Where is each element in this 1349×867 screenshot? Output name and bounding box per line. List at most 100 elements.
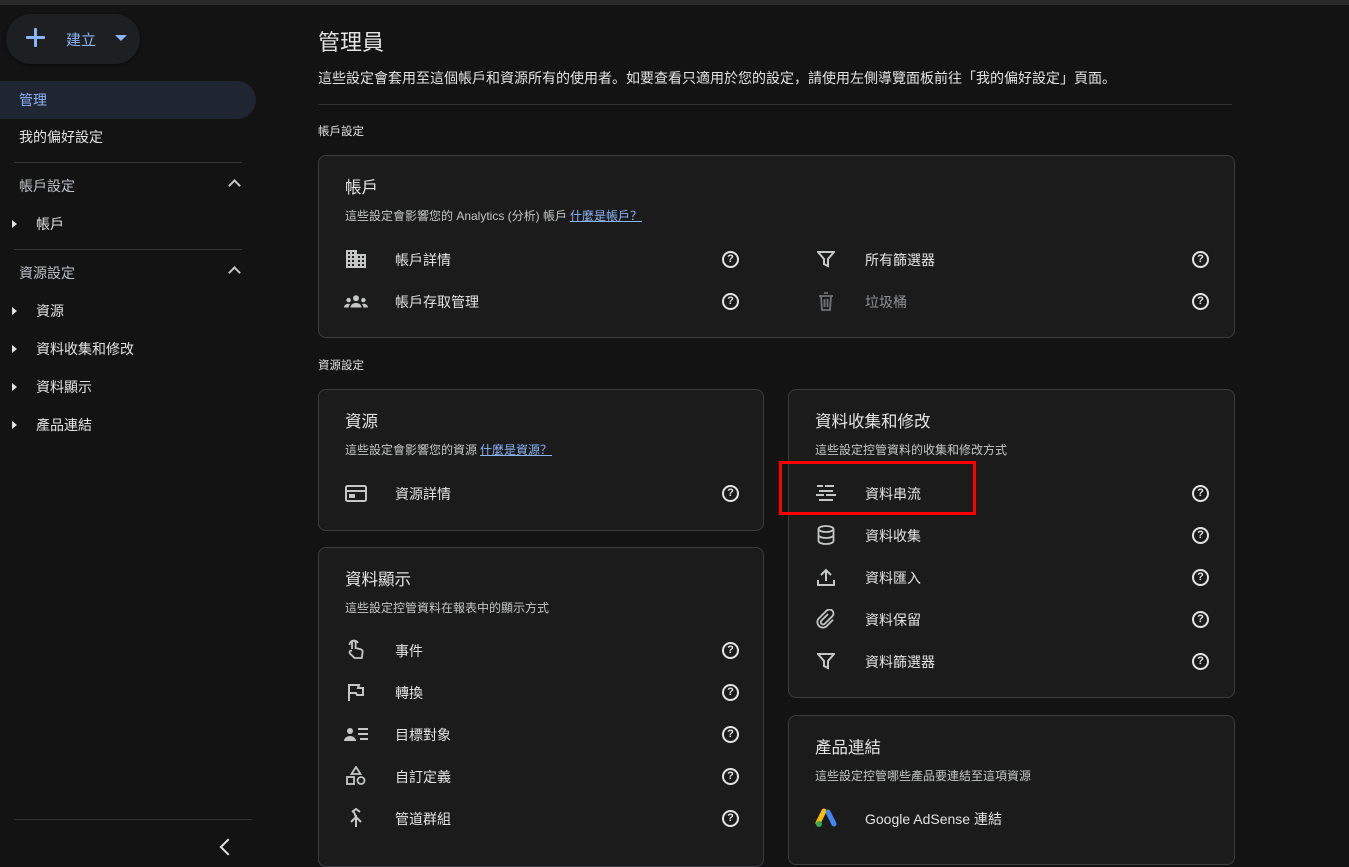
row-label: 轉換: [395, 685, 423, 701]
card-subtitle-text: 這些設定會影響您的 Analytics (分析) 帳戶: [345, 209, 568, 223]
card-subtitle: 這些設定會影響您的資源 什麼是資源？: [345, 441, 552, 458]
help-icon[interactable]: ?: [722, 485, 739, 502]
divider: [14, 162, 242, 163]
nav-my-preferences[interactable]: 我的偏好設定: [0, 118, 103, 156]
data-filters-row[interactable]: 資料篩選器 ?: [789, 641, 1229, 681]
database-icon: [814, 524, 838, 546]
nav-section-property-settings[interactable]: 資源設定: [0, 254, 256, 292]
conversions-row[interactable]: 轉換 ?: [319, 672, 759, 712]
property-details-row[interactable]: 資源詳情 ?: [319, 473, 759, 513]
trash-icon: [814, 290, 838, 312]
card-title: 產品連結: [815, 739, 881, 757]
data-collection-card: 資料收集和修改 這些設定控管資料的收集和修改方式 資料串流 ? 資料收集 ? 資…: [788, 389, 1235, 698]
create-button[interactable]: 建立: [6, 14, 140, 64]
caret-down-icon: [115, 35, 127, 41]
help-icon[interactable]: ?: [722, 810, 739, 827]
card-subtitle-text: 這些設定會影響您的資源: [345, 443, 478, 457]
merge-icon: [344, 807, 368, 829]
nav-account[interactable]: 帳戶: [0, 205, 256, 243]
audience-icon: [344, 723, 368, 745]
nav-section-account-settings[interactable]: 帳戶設定: [0, 167, 256, 205]
help-icon[interactable]: ?: [722, 251, 739, 268]
channel-groups-row[interactable]: 管道群組 ?: [319, 798, 759, 838]
row-label: 資料匯入: [865, 570, 921, 586]
row-label: 帳戶詳情: [395, 252, 451, 268]
row-label: 所有篩選器: [865, 252, 935, 268]
audiences-row[interactable]: 目標對象 ?: [319, 714, 759, 754]
nav-property[interactable]: 資源: [0, 292, 256, 330]
card-title: 資料顯示: [345, 571, 411, 589]
nav-data-display[interactable]: 資料顯示: [0, 368, 256, 406]
row-label: 垃圾桶: [865, 294, 907, 310]
flag-icon: [344, 681, 368, 703]
account-access-row[interactable]: 帳戶存取管理 ?: [319, 281, 759, 321]
account-settings-heading: 帳戶設定: [318, 126, 364, 138]
help-icon[interactable]: ?: [722, 726, 739, 743]
property-settings-heading: 資源設定: [318, 360, 364, 372]
paperclip-icon: [814, 608, 838, 630]
nav-item-label: 資源: [36, 303, 64, 319]
expand-arrow-icon: [12, 307, 17, 315]
data-display-card: 資料顯示 這些設定控管資料在報表中的顯示方式 事件 ? 轉換 ? 目標對象 ?: [318, 547, 764, 867]
sidebar: 建立 管理 我的偏好設定 帳戶設定 帳戶 資源設定 資源 資料收集和修改 資料顯…: [0, 5, 270, 856]
row-label: 資料保留: [865, 612, 921, 628]
adsense-links-row[interactable]: Google AdSense 連結: [789, 798, 1229, 838]
row-label: 自訂定義: [395, 769, 451, 785]
touch-icon: [344, 639, 368, 661]
help-icon[interactable]: ?: [1192, 293, 1209, 310]
collapse-sidebar-icon[interactable]: [219, 838, 237, 856]
main-content: 管理員 這些設定會套用至這個帳戶和資源所有的使用者。如要查看只適用於您的設定，請…: [318, 5, 1235, 867]
chevron-up-icon: [228, 179, 241, 192]
help-icon[interactable]: ?: [722, 684, 739, 701]
nav-section-label: 資源設定: [19, 265, 75, 281]
row-label: 資料收集: [865, 528, 921, 544]
filter-icon: [814, 248, 838, 270]
all-filters-row[interactable]: 所有篩選器 ?: [789, 239, 1229, 279]
divider: [14, 249, 242, 250]
help-icon[interactable]: ?: [1192, 251, 1209, 268]
nav-section-label: 帳戶設定: [19, 178, 75, 194]
help-icon[interactable]: ?: [1192, 611, 1209, 628]
what-is-account-link[interactable]: 什麼是帳戶？: [570, 209, 642, 223]
help-icon[interactable]: ?: [722, 642, 739, 659]
nav-admin[interactable]: 管理: [0, 81, 256, 119]
divider: [14, 819, 252, 820]
nav-data-collection[interactable]: 資料收集和修改: [0, 330, 256, 368]
highlight-box: [779, 461, 976, 515]
row-label: 資源詳情: [395, 486, 451, 502]
help-icon[interactable]: ?: [722, 768, 739, 785]
account-details-row[interactable]: 帳戶詳情 ?: [319, 239, 759, 279]
expand-arrow-icon: [12, 220, 17, 228]
card-title: 帳戶: [345, 179, 378, 197]
expand-arrow-icon: [12, 383, 17, 391]
row-label: Google AdSense 連結: [865, 811, 1002, 827]
help-icon[interactable]: ?: [1192, 527, 1209, 544]
trash-row[interactable]: 垃圾桶 ?: [789, 281, 1229, 321]
nav-item-label: 產品連結: [36, 417, 92, 433]
chevron-up-icon: [228, 266, 241, 279]
nav-product-links[interactable]: 產品連結: [0, 406, 256, 444]
row-label: 資料篩選器: [865, 654, 935, 670]
help-icon[interactable]: ?: [1192, 569, 1209, 586]
upload-icon: [814, 566, 838, 588]
card-subtitle: 這些設定控管資料的收集和修改方式: [815, 443, 1008, 457]
divider: [318, 104, 1232, 105]
data-import-row[interactable]: 資料匯入 ?: [789, 557, 1229, 597]
events-row[interactable]: 事件 ?: [319, 630, 759, 670]
help-icon[interactable]: ?: [722, 293, 739, 310]
nav-item-label: 帳戶: [36, 216, 64, 232]
data-retention-row[interactable]: 資料保留 ?: [789, 599, 1229, 639]
what-is-property-link[interactable]: 什麼是資源？: [480, 443, 552, 457]
building-icon: [344, 248, 368, 270]
help-icon[interactable]: ?: [1192, 653, 1209, 670]
card-subtitle: 這些設定控管哪些產品要連結至這項資源: [815, 769, 1032, 783]
row-label: 目標對象: [395, 727, 451, 743]
filter-icon: [814, 650, 838, 672]
data-collection-row[interactable]: 資料收集 ?: [789, 515, 1229, 555]
expand-arrow-icon: [12, 421, 17, 429]
help-icon[interactable]: ?: [1192, 485, 1209, 502]
card-title: 資源: [345, 413, 378, 431]
custom-definitions-row[interactable]: 自訂定義 ?: [319, 756, 759, 796]
product-links-card: 產品連結 這些設定控管哪些產品要連結至這項資源 Google AdSense 連…: [788, 715, 1235, 865]
account-card: 帳戶 這些設定會影響您的 Analytics (分析) 帳戶 什麼是帳戶？ 帳戶詳…: [318, 155, 1235, 338]
